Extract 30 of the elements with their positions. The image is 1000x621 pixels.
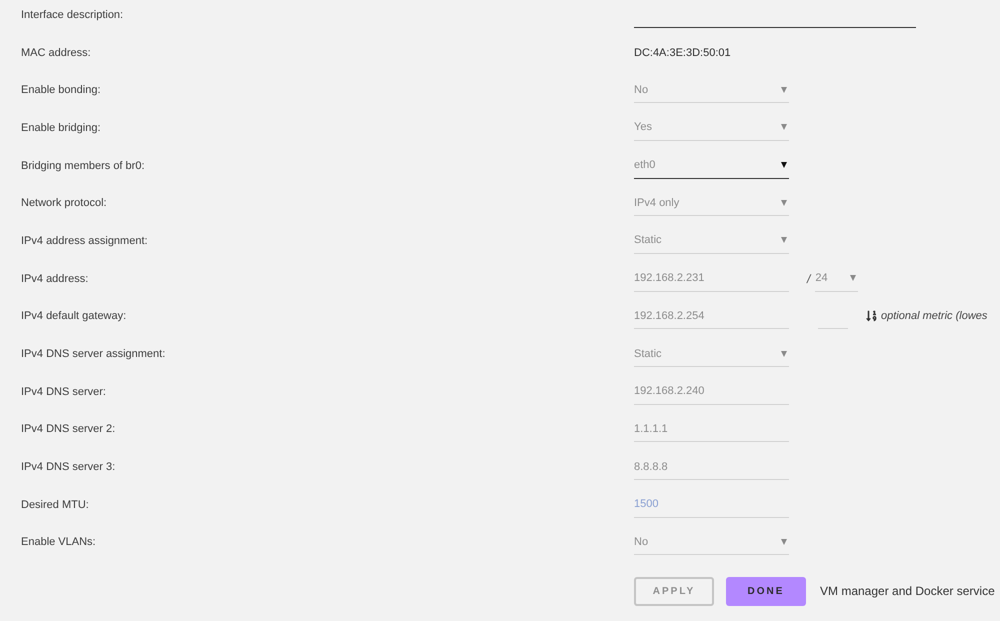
field-label: Interface description:: [21, 8, 124, 21]
field-label: Bridging members of br0:: [21, 160, 144, 172]
field-label: MAC address:: [21, 46, 91, 59]
field-label: IPv4 DNS server:: [21, 386, 106, 398]
caret-down-icon: [781, 124, 787, 130]
sort-numeric-icon: [866, 310, 877, 322]
done-button[interactable]: DONE: [726, 576, 806, 606]
caret-down-icon: [781, 350, 787, 357]
caret-down-icon: [850, 275, 856, 282]
field-label: Enable bonding:: [21, 84, 101, 96]
note-text: VM manager and Docker service: [820, 584, 995, 598]
caret-down-icon: [781, 538, 787, 545]
field-label: Network protocol:: [21, 197, 107, 210]
field-label: Enable bridging:: [21, 122, 101, 134]
caret-down-icon: [781, 162, 787, 168]
field-label: IPv4 default gateway:: [21, 310, 126, 322]
caret-down-icon: [781, 200, 787, 206]
field-label: IPv4 DNS server assignment:: [21, 348, 166, 360]
field-label: IPv4 DNS server 2:: [21, 423, 116, 436]
field-label: IPv4 address assignment:: [21, 234, 148, 247]
caret-down-icon: [781, 237, 787, 244]
field-label: IPv4 DNS server 3:: [21, 461, 116, 474]
separator-text: /: [807, 272, 810, 286]
field-label: Desired MTU:: [21, 498, 89, 511]
mac-address-value: DC:4A:3E:3D:50:01: [634, 46, 731, 59]
field-label: Enable VLANs:: [21, 536, 96, 548]
hint-text: optional metric (lowes: [881, 310, 988, 322]
select-field[interactable]: eth0: [634, 152, 789, 179]
caret-down-icon: [781, 86, 787, 93]
field-label: IPv4 address:: [21, 272, 88, 285]
